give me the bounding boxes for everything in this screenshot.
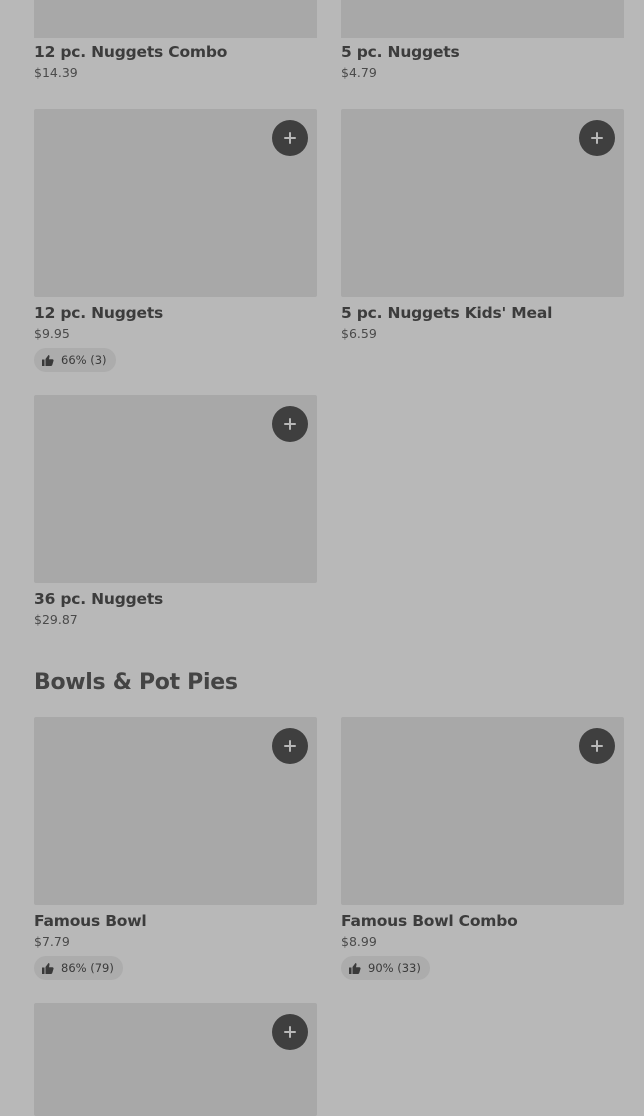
product-card-5pc-nuggets[interactable]: 5 pc. Nuggets $4.79 [341, 38, 624, 80]
thumbs-up-icon [42, 962, 54, 974]
add-to-cart-button[interactable] [272, 1014, 308, 1050]
product-name: 36 pc. Nuggets [34, 590, 164, 608]
product-card-famous-bowl-combo[interactable]: Famous Bowl Combo $8.99 90% (33) [341, 717, 624, 980]
product-name: 12 pc. Nuggets Combo [34, 43, 228, 61]
product-card-famous-bowl[interactable]: Famous Bowl $7.79 86% (79) [34, 717, 317, 980]
product-image[interactable] [341, 717, 624, 905]
rating-badge: 66% (3) [34, 348, 116, 372]
product-card-12pc-nuggets[interactable]: 12 pc. Nuggets $9.95 66% (3) [34, 109, 317, 372]
add-to-cart-button[interactable] [272, 120, 308, 156]
product-name: 12 pc. Nuggets [34, 304, 164, 322]
product-image[interactable] [341, 0, 624, 38]
plus-icon [579, 728, 615, 764]
product-image[interactable] [34, 1003, 317, 1116]
product-price: $7.79 [34, 934, 70, 949]
plus-icon [272, 120, 308, 156]
product-price: $9.95 [34, 326, 70, 341]
thumbs-up-icon [349, 962, 361, 974]
thumbs-up-icon [42, 354, 54, 366]
add-to-cart-button[interactable] [272, 728, 308, 764]
rating-badge: 90% (33) [341, 956, 430, 980]
product-image[interactable] [34, 0, 317, 38]
product-image[interactable] [34, 109, 317, 297]
add-to-cart-button[interactable] [579, 120, 615, 156]
product-card-partial[interactable] [34, 1003, 317, 1116]
product-name: 5 pc. Nuggets Kids' Meal [341, 304, 553, 322]
section-title: Bowls & Pot Pies [34, 670, 238, 695]
plus-icon [272, 406, 308, 442]
product-card-5pc-nuggets-kids-meal[interactable]: 5 pc. Nuggets Kids' Meal $6.59 [341, 109, 624, 341]
add-to-cart-button[interactable] [272, 406, 308, 442]
product-price: $8.99 [341, 934, 377, 949]
rating-text: 66% (3) [61, 353, 107, 367]
rating-text: 86% (79) [61, 961, 114, 975]
product-card-36pc-nuggets[interactable]: 36 pc. Nuggets $29.87 [34, 395, 317, 627]
product-image[interactable] [34, 395, 317, 583]
product-name: 5 pc. Nuggets [341, 43, 460, 61]
plus-icon [272, 728, 308, 764]
product-price: $14.39 [34, 65, 78, 80]
product-image[interactable] [341, 109, 624, 297]
rating-badge: 86% (79) [34, 956, 123, 980]
add-to-cart-button[interactable] [579, 728, 615, 764]
plus-icon [579, 120, 615, 156]
rating-text: 90% (33) [368, 961, 421, 975]
product-price: $4.79 [341, 65, 377, 80]
plus-icon [272, 1014, 308, 1050]
product-image[interactable] [34, 717, 317, 905]
product-card-12pc-nuggets-combo[interactable]: 12 pc. Nuggets Combo $14.39 [34, 38, 317, 80]
product-name: Famous Bowl Combo [341, 912, 518, 930]
product-name: Famous Bowl [34, 912, 147, 930]
product-price: $29.87 [34, 612, 78, 627]
product-price: $6.59 [341, 326, 377, 341]
